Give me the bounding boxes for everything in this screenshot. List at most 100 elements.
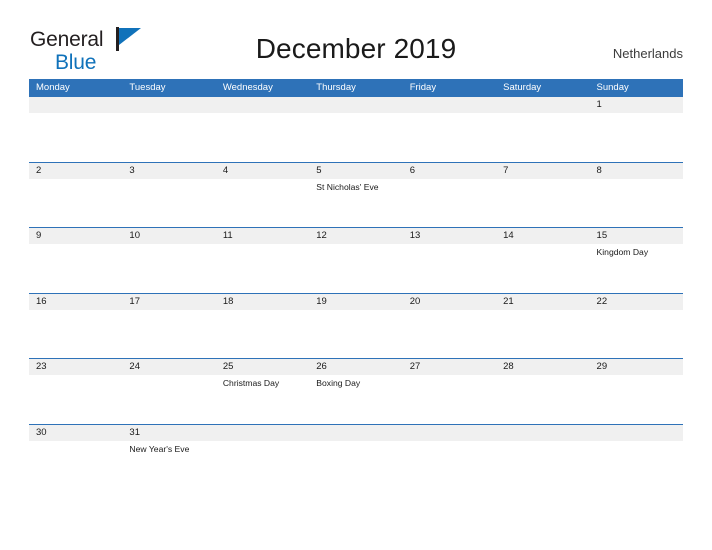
calendar-table: Monday Tuesday Wednesday Thursday Friday…	[29, 79, 683, 490]
day-event	[496, 244, 589, 293]
day-number[interactable]: 5	[309, 163, 402, 179]
weekday-thursday: Thursday	[316, 82, 356, 93]
day-number[interactable]: 20	[403, 294, 496, 310]
day-event: Christmas Day	[222, 378, 280, 388]
day-number[interactable]	[29, 97, 122, 113]
day-number[interactable]: 13	[403, 228, 496, 244]
day-event	[309, 244, 402, 293]
day-event	[216, 113, 309, 162]
region-label: Netherlands	[612, 46, 683, 61]
day-event	[29, 244, 122, 293]
day-number[interactable]: 12	[309, 228, 402, 244]
day-number[interactable]: 2	[29, 163, 122, 179]
day-event	[309, 113, 402, 162]
day-number[interactable]	[122, 97, 215, 113]
day-event	[216, 441, 309, 490]
day-number[interactable]	[309, 425, 402, 441]
day-event	[496, 179, 589, 228]
day-number[interactable]: 18	[216, 294, 309, 310]
day-number[interactable]: 28	[496, 359, 589, 375]
day-event	[403, 113, 496, 162]
week-date-numbers: 30 31	[29, 424, 683, 441]
day-number[interactable]: 9	[29, 228, 122, 244]
week-row: 9 10 11 12 13 14 15 Kingdom Day	[29, 227, 683, 293]
day-event	[590, 113, 683, 162]
day-number[interactable]	[216, 97, 309, 113]
week-event-cells: St Nicholas' Eve	[29, 178, 683, 228]
day-number[interactable]: 4	[216, 163, 309, 179]
day-number[interactable]: 19	[309, 294, 402, 310]
day-number[interactable]: 14	[496, 228, 589, 244]
day-event	[590, 375, 683, 424]
day-number[interactable]: 23	[29, 359, 122, 375]
day-number[interactable]: 8	[590, 163, 683, 179]
day-event	[29, 375, 122, 424]
week-date-numbers: 2 3 4 5 6 7 8	[29, 162, 683, 179]
day-number[interactable]: 26	[309, 359, 402, 375]
day-event	[590, 310, 683, 359]
day-number[interactable]: 29	[590, 359, 683, 375]
day-event	[403, 179, 496, 228]
day-event	[122, 310, 215, 359]
day-number[interactable]	[403, 425, 496, 441]
calendar-page: General Blue December 2019 Netherlands M…	[0, 0, 712, 550]
day-number[interactable]: 7	[496, 163, 589, 179]
day-event	[309, 310, 402, 359]
day-event	[403, 310, 496, 359]
day-number[interactable]	[496, 97, 589, 113]
day-number[interactable]: 17	[122, 294, 215, 310]
day-event	[496, 441, 589, 490]
day-number[interactable]: 22	[590, 294, 683, 310]
day-event	[309, 441, 402, 490]
day-number[interactable]: 25	[216, 359, 309, 375]
week-event-cells: Kingdom Day	[29, 244, 683, 293]
week-event-cells	[29, 309, 683, 359]
day-number[interactable]	[590, 425, 683, 441]
day-number[interactable]: 24	[122, 359, 215, 375]
day-event	[122, 244, 215, 293]
day-event	[216, 310, 309, 359]
week-row: 16 17 18 19 20 21 22	[29, 292, 683, 359]
day-number[interactable]: 3	[122, 163, 215, 179]
week-date-numbers: 9 10 11 12 13 14 15	[29, 228, 683, 244]
day-number[interactable]	[309, 97, 402, 113]
week-date-numbers: 1	[29, 97, 683, 113]
day-event	[122, 375, 215, 424]
day-number[interactable]: 1	[590, 97, 683, 113]
weekday-sunday: Sunday	[596, 82, 629, 93]
day-number[interactable]: 6	[403, 163, 496, 179]
page-title: December 2019	[255, 33, 457, 64]
day-event	[403, 244, 496, 293]
day-number[interactable]: 27	[403, 359, 496, 375]
day-event	[496, 310, 589, 359]
week-event-cells: New Year's Eve	[29, 440, 683, 490]
day-number[interactable]: 16	[29, 294, 122, 310]
day-event	[496, 375, 589, 424]
day-number[interactable]	[216, 425, 309, 441]
weekday-header-row: Monday Tuesday Wednesday Thursday Friday…	[29, 79, 683, 96]
day-number[interactable]	[496, 425, 589, 441]
day-event	[29, 113, 122, 162]
day-number[interactable]: 10	[122, 228, 215, 244]
day-event	[403, 441, 496, 490]
day-event: New Year's Eve	[129, 443, 190, 454]
week-date-numbers: 16 17 18 19 20 21 22	[29, 293, 683, 310]
day-event	[590, 179, 683, 228]
week-row: 2 3 4 5 6 7 8 St Nicholas' Eve	[29, 161, 683, 228]
day-event	[29, 441, 122, 490]
weekday-tuesday: Tuesday	[129, 82, 166, 93]
week-date-numbers: 23 24 25 26 27 28 29	[29, 359, 683, 375]
day-event	[403, 375, 496, 424]
weekday-wednesday: Wednesday	[222, 82, 273, 93]
day-event	[29, 310, 122, 359]
week-event-cells	[29, 113, 683, 162]
day-number[interactable]: 15	[590, 228, 683, 244]
day-number[interactable]	[403, 97, 496, 113]
day-number[interactable]: 11	[216, 228, 309, 244]
day-number[interactable]: 31	[122, 425, 215, 441]
day-event	[590, 441, 683, 490]
week-row: 23 24 25 26 27 28 29 Christmas Day Boxin…	[29, 358, 683, 424]
day-event: Kingdom Day	[596, 247, 649, 257]
day-number[interactable]: 30	[29, 425, 122, 441]
day-number[interactable]: 21	[496, 294, 589, 310]
